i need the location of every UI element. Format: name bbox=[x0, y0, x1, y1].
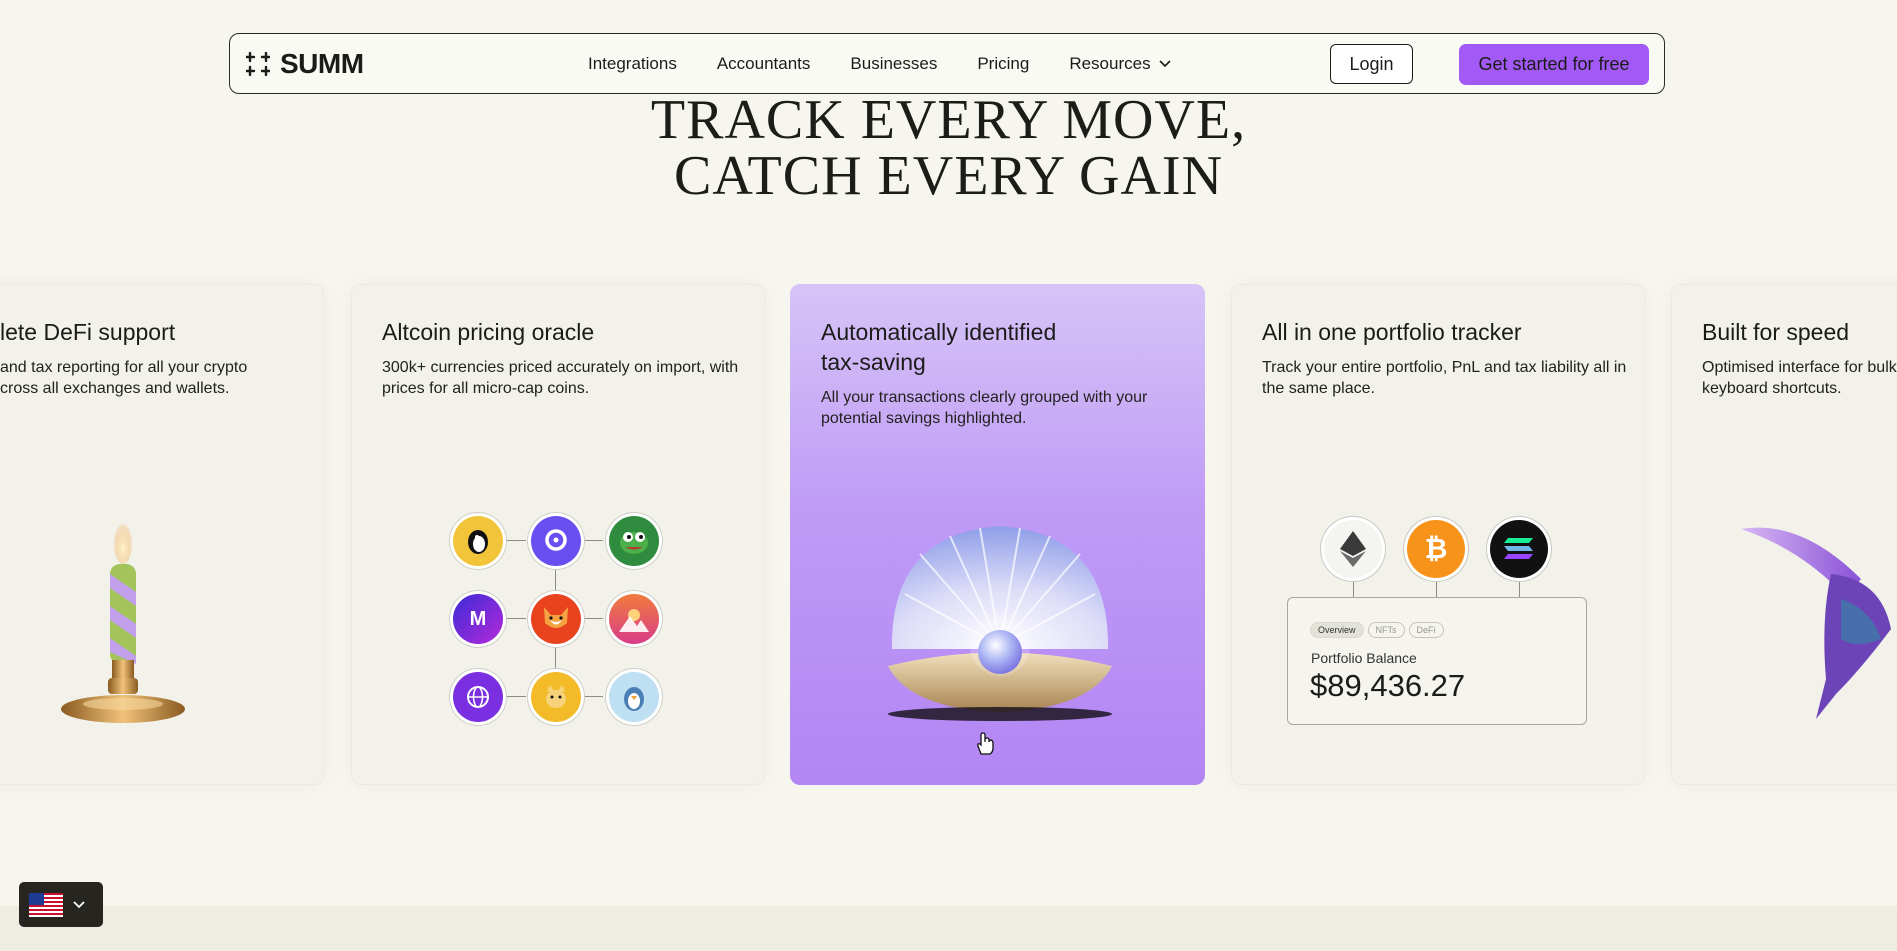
card-desc-line1: All your transactions clearly grouped wi… bbox=[821, 389, 1148, 406]
chevron-down-icon bbox=[1159, 59, 1171, 67]
o-coin-icon bbox=[531, 516, 581, 566]
summ-logo-icon bbox=[246, 51, 270, 76]
card-title: Altcoin pricing oracle bbox=[382, 319, 595, 345]
feature-card-tax-saving[interactable]: Automatically identified tax-saving All … bbox=[790, 284, 1205, 785]
card-desc-line1: Optimised interface for bulk bbox=[1702, 359, 1897, 376]
portfolio-balance-value: $89,436.27 bbox=[1310, 668, 1466, 703]
card-desc-line2: the same place. bbox=[1262, 380, 1375, 397]
tab-defi[interactable]: DeFi bbox=[1408, 622, 1444, 638]
solana-icon bbox=[1490, 520, 1548, 578]
bitcoin-icon: ₿ bbox=[1407, 520, 1465, 578]
language-selector[interactable] bbox=[19, 882, 103, 927]
get-started-button[interactable]: Get started for free bbox=[1459, 44, 1649, 85]
hero-headline-line1: TRACK EVERY MOVE, bbox=[650, 89, 1247, 151]
login-button[interactable]: Login bbox=[1330, 44, 1413, 84]
tab-overview[interactable]: Overview bbox=[1310, 622, 1364, 638]
card-desc-line1: 300k+ currencies priced accurately on im… bbox=[382, 359, 739, 376]
hand-cursor-icon bbox=[977, 732, 994, 755]
tab-nfts[interactable]: NFTs bbox=[1367, 622, 1405, 638]
feature-card-altcoin-oracle[interactable]: Altcoin pricing oracle 300k+ currencies … bbox=[351, 284, 765, 785]
feature-card-portfolio-tracker[interactable]: All in one portfolio tracker Track your … bbox=[1231, 284, 1645, 785]
card-desc-line1: and tax reporting for all your crypto bbox=[0, 359, 248, 376]
nav-link-accountants[interactable]: Accountants bbox=[717, 54, 811, 74]
feature-card-defi[interactable]: lete DeFi support and tax reporting for … bbox=[0, 284, 324, 785]
doge-coin-icon bbox=[531, 672, 581, 722]
card-title: lete DeFi support bbox=[0, 319, 176, 345]
hummingbird-illustration bbox=[1741, 527, 1891, 719]
nav-links: Integrations Accountants Businesses Pric… bbox=[588, 34, 1171, 93]
footer-strip bbox=[0, 906, 1897, 951]
nav-link-integrations[interactable]: Integrations bbox=[588, 54, 677, 74]
nav-link-resources-label: Resources bbox=[1069, 53, 1151, 73]
nav-link-businesses[interactable]: Businesses bbox=[850, 54, 937, 74]
card-desc-line2: cross all exchanges and wallets. bbox=[0, 380, 230, 397]
card-title: Built for speed bbox=[1702, 319, 1850, 345]
feature-card-speed[interactable]: Built for speed Optimised interface for … bbox=[1671, 284, 1897, 785]
penguin-coin-icon bbox=[453, 516, 503, 566]
pepe-coin-icon bbox=[609, 516, 659, 566]
card-title: All in one portfolio tracker bbox=[1262, 319, 1522, 345]
card-desc-line2: keyboard shortcuts. bbox=[1702, 380, 1842, 397]
ethereum-icon bbox=[1324, 520, 1382, 578]
nav-link-resources[interactable]: Resources bbox=[1069, 53, 1171, 74]
logo[interactable]: SUMM bbox=[246, 48, 364, 80]
card-desc-line1: Track your entire portfolio, PnL and tax… bbox=[1262, 359, 1627, 376]
globe-coin-icon bbox=[453, 672, 503, 722]
chevron-down-icon bbox=[73, 900, 85, 908]
nav-link-pricing[interactable]: Pricing bbox=[977, 54, 1029, 74]
top-navbar: SUMM Integrations Accountants Businesses… bbox=[229, 33, 1665, 94]
m-coin-icon: M bbox=[453, 594, 503, 644]
shiba-coin-icon bbox=[531, 594, 581, 644]
portfolio-balance-label: Portfolio Balance bbox=[1311, 650, 1417, 666]
card-title-line2: tax-saving bbox=[821, 349, 926, 375]
pudgy-penguin-coin-icon bbox=[609, 672, 659, 722]
card-title-line1: Automatically identified bbox=[821, 319, 1057, 345]
pearl-shell-illustration bbox=[888, 526, 1112, 721]
us-flag-icon bbox=[29, 892, 63, 917]
mountain-coin-icon bbox=[609, 594, 659, 644]
portfolio-balance-panel: Overview NFTs DeFi Portfolio Balance $89,4… bbox=[1287, 597, 1587, 725]
logo-text: SUMM bbox=[280, 47, 364, 79]
candle-illustration bbox=[61, 524, 185, 723]
card-desc-line2: prices for all micro-cap coins. bbox=[382, 380, 590, 397]
portfolio-tabs: Overview NFTs DeFi bbox=[1310, 620, 1448, 638]
hero-headline-line2: CATCH EVERY GAIN bbox=[673, 145, 1224, 207]
card-desc-line2: potential savings highlighted. bbox=[821, 410, 1027, 427]
